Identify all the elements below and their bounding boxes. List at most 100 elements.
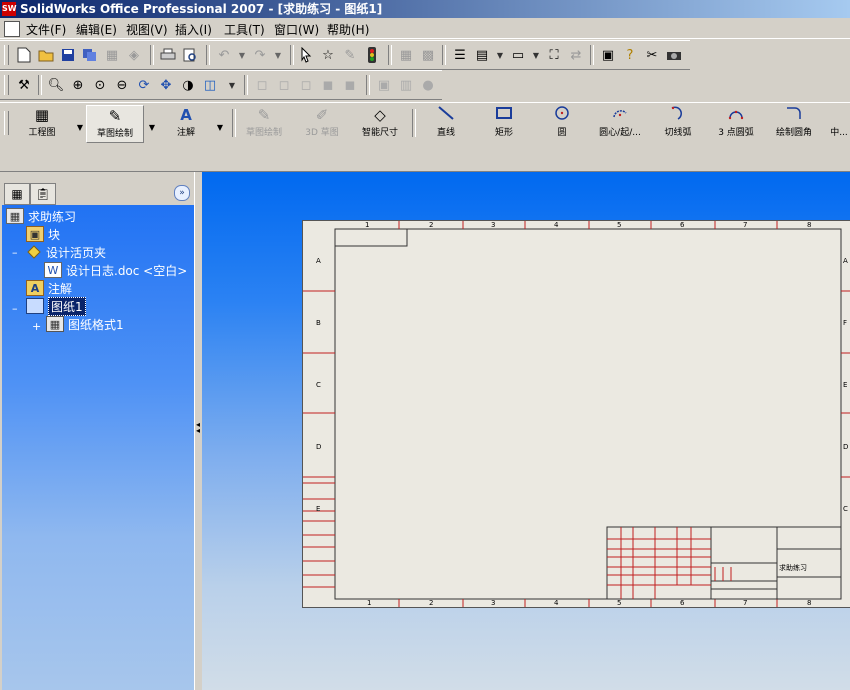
centerline-button[interactable]: 中...	[824, 105, 850, 141]
expand-toggle-icon[interactable]: –	[12, 246, 18, 259]
cut-scissors-icon[interactable]: ✂	[642, 45, 662, 65]
row-label: A	[316, 257, 321, 265]
menu-file[interactable]: 文件(F)	[26, 21, 66, 38]
undo-icon[interactable]: ↶	[214, 45, 234, 65]
shaded-edges-icon[interactable]: ◼	[318, 75, 338, 95]
command-manager: ▦ 工程图 ▼ ✎ 草图绘制 ▼ A 注解 ▼ ✎ 草图绘制 ✐ 3D 草图 ◇…	[0, 102, 850, 144]
relations-icon[interactable]: ⇄	[566, 45, 586, 65]
rebuild-sketch-icon[interactable]: ✎	[340, 45, 360, 65]
list-icon[interactable]: ☰	[450, 45, 470, 65]
view-orientation-dropdown-icon[interactable]: ▼	[222, 75, 242, 95]
toolbar-grip[interactable]	[4, 111, 9, 135]
zoom-to-area-icon[interactable]: ⊕	[68, 75, 88, 95]
tree-item-design-journal[interactable]: W 设计日志.doc <空白>	[44, 261, 187, 279]
splitter-grip-icon[interactable]: ◂ ◂	[196, 421, 200, 435]
select-arrow-icon[interactable]	[296, 45, 316, 65]
properties-icon[interactable]: ▣	[598, 45, 618, 65]
column-label: 3	[491, 221, 496, 229]
print-icon[interactable]	[158, 45, 178, 65]
tree-item-design-binder[interactable]: 设计活页夹	[26, 243, 106, 261]
shadow-icon[interactable]: ▣	[374, 75, 394, 95]
menu-window[interactable]: 窗口(W)	[274, 21, 319, 38]
hidden-lines-removed-icon[interactable]: ◻	[296, 75, 316, 95]
grid-icon[interactable]: ▦	[396, 45, 416, 65]
hidden-lines-visible-icon[interactable]: ◻	[274, 75, 294, 95]
view-toolbar: ⚒ 🔍︎ ⊕ ⊙ ⊖ ⟳ ✥ ◑ ◫ ▼ ◻ ◻ ◻ ◼ ◼ ▣ ▥ ●	[0, 70, 442, 100]
rectangle-button[interactable]: 矩形	[476, 105, 532, 141]
drawing-sheet[interactable]: 1 2 3 4 5 6 7 8 1 2 3 4 5 6 7 8 A B C D …	[302, 220, 850, 608]
menu-insert[interactable]: 插入(I)	[175, 21, 212, 38]
layer-dropdown-icon[interactable]: ▼	[490, 45, 510, 65]
column-label: 4	[554, 599, 559, 607]
options-disabled-icon[interactable]: ◈	[124, 45, 144, 65]
sketch-fillet-button[interactable]: 绘制圆角	[766, 105, 822, 141]
column-label: 6	[680, 599, 685, 607]
sketch-button[interactable]: ✎ 草图绘制	[236, 105, 292, 141]
3d-sketch-button[interactable]: ✐ 3D 草图	[294, 105, 350, 141]
camera-icon[interactable]	[664, 45, 684, 65]
tangent-arc-button[interactable]: 切线弧	[650, 105, 706, 141]
toolbar-grip[interactable]	[4, 45, 9, 65]
zoom-in-out-icon[interactable]: ⊙	[90, 75, 110, 95]
rebuild-traffic-light-icon[interactable]	[362, 45, 382, 65]
menu-tools[interactable]: 工具(T)	[224, 21, 265, 38]
zoom-selection-icon[interactable]: ⊖	[112, 75, 132, 95]
annotation-tab-button[interactable]: A 注解	[158, 105, 214, 141]
layer-icon[interactable]: ▤	[472, 45, 492, 65]
line-button[interactable]: 直线	[418, 105, 474, 141]
make-assembly-icon[interactable]: ▦	[102, 45, 122, 65]
shaded-icon[interactable]: ◼	[340, 75, 360, 95]
tile-icon[interactable]: ▩	[418, 45, 438, 65]
tree-item-sheet-format1[interactable]: ▦ 图纸格式1	[46, 315, 124, 333]
view-orientation-icon[interactable]: ◫	[200, 75, 220, 95]
document-icon[interactable]	[4, 21, 20, 37]
3d-drawing-view-icon[interactable]: ◑	[178, 75, 198, 95]
toolbar-grip[interactable]	[4, 75, 9, 95]
collapse-chevron-icon[interactable]: »	[174, 185, 190, 201]
smart-tool-icon[interactable]: ⚒	[14, 75, 34, 95]
sketch-tab-button[interactable]: ✎ 草图绘制	[86, 105, 144, 143]
print-preview-icon[interactable]	[180, 45, 200, 65]
expand-toggle-icon[interactable]: –	[12, 302, 18, 315]
realview-icon[interactable]: ●	[418, 75, 438, 95]
zoom-to-fit-icon[interactable]: 🔍︎	[46, 75, 66, 95]
graphics-area[interactable]: 1 2 3 4 5 6 7 8 1 2 3 4 5 6 7 8 A B C D …	[202, 172, 850, 690]
undo-dropdown-icon[interactable]: ▼	[232, 45, 252, 65]
tree-item-root[interactable]: ▦ 求助练习	[6, 207, 76, 225]
sheet-format-icon: ▦	[46, 316, 64, 332]
menu-view[interactable]: 视图(V)	[126, 21, 168, 38]
new-document-icon[interactable]	[14, 45, 34, 65]
rotate-view-icon[interactable]: ⟳	[134, 75, 154, 95]
menu-help[interactable]: 帮助(H)	[327, 21, 369, 38]
property-manager-tab-icon[interactable]: 📋︎	[30, 183, 56, 205]
sheet-frame	[303, 221, 850, 607]
make-drawing-icon[interactable]	[80, 45, 100, 65]
redo-dropdown-icon[interactable]: ▼	[268, 45, 288, 65]
help-icon[interactable]: ?	[620, 45, 640, 65]
feature-manager-tab-icon[interactable]: ▦	[4, 183, 30, 205]
smart-dimension-button[interactable]: ◇ 智能尺寸	[352, 105, 408, 141]
section-view-icon[interactable]: ▥	[396, 75, 416, 95]
window-icon[interactable]: ▭	[508, 45, 528, 65]
3point-arc-button[interactable]: 3 点圆弧	[708, 105, 764, 141]
sketch-icon: ✎	[108, 107, 122, 125]
pan-icon[interactable]: ✥	[156, 75, 176, 95]
expand-toggle-icon[interactable]: +	[32, 320, 41, 333]
open-folder-icon[interactable]	[36, 45, 56, 65]
save-icon[interactable]	[58, 45, 78, 65]
annotation-dropdown-icon[interactable]: ▼	[210, 117, 230, 137]
drawing-tab-button[interactable]: ▦ 工程图	[14, 105, 70, 141]
centerpoint-arc-button[interactable]: 圆心/起/...	[592, 105, 648, 141]
wireframe-icon[interactable]: ◻	[252, 75, 272, 95]
tree-item-blocks[interactable]: ▣ 块	[26, 225, 60, 243]
zoom-fit-icon[interactable]: ⛶	[544, 45, 564, 65]
sketch-pencil-icon: ✎	[257, 106, 271, 124]
redo-icon[interactable]: ↷	[250, 45, 270, 65]
circle-button[interactable]: 圆	[534, 105, 590, 141]
select-filter-icon[interactable]: ☆	[318, 45, 338, 65]
menu-edit[interactable]: 编辑(E)	[76, 21, 117, 38]
tree-item-sheet1[interactable]: 图纸1	[26, 296, 86, 316]
sketch-fillet-icon	[766, 105, 822, 125]
window-dropdown-icon[interactable]: ▼	[526, 45, 546, 65]
tree-item-annotations[interactable]: A 注解	[26, 279, 72, 297]
